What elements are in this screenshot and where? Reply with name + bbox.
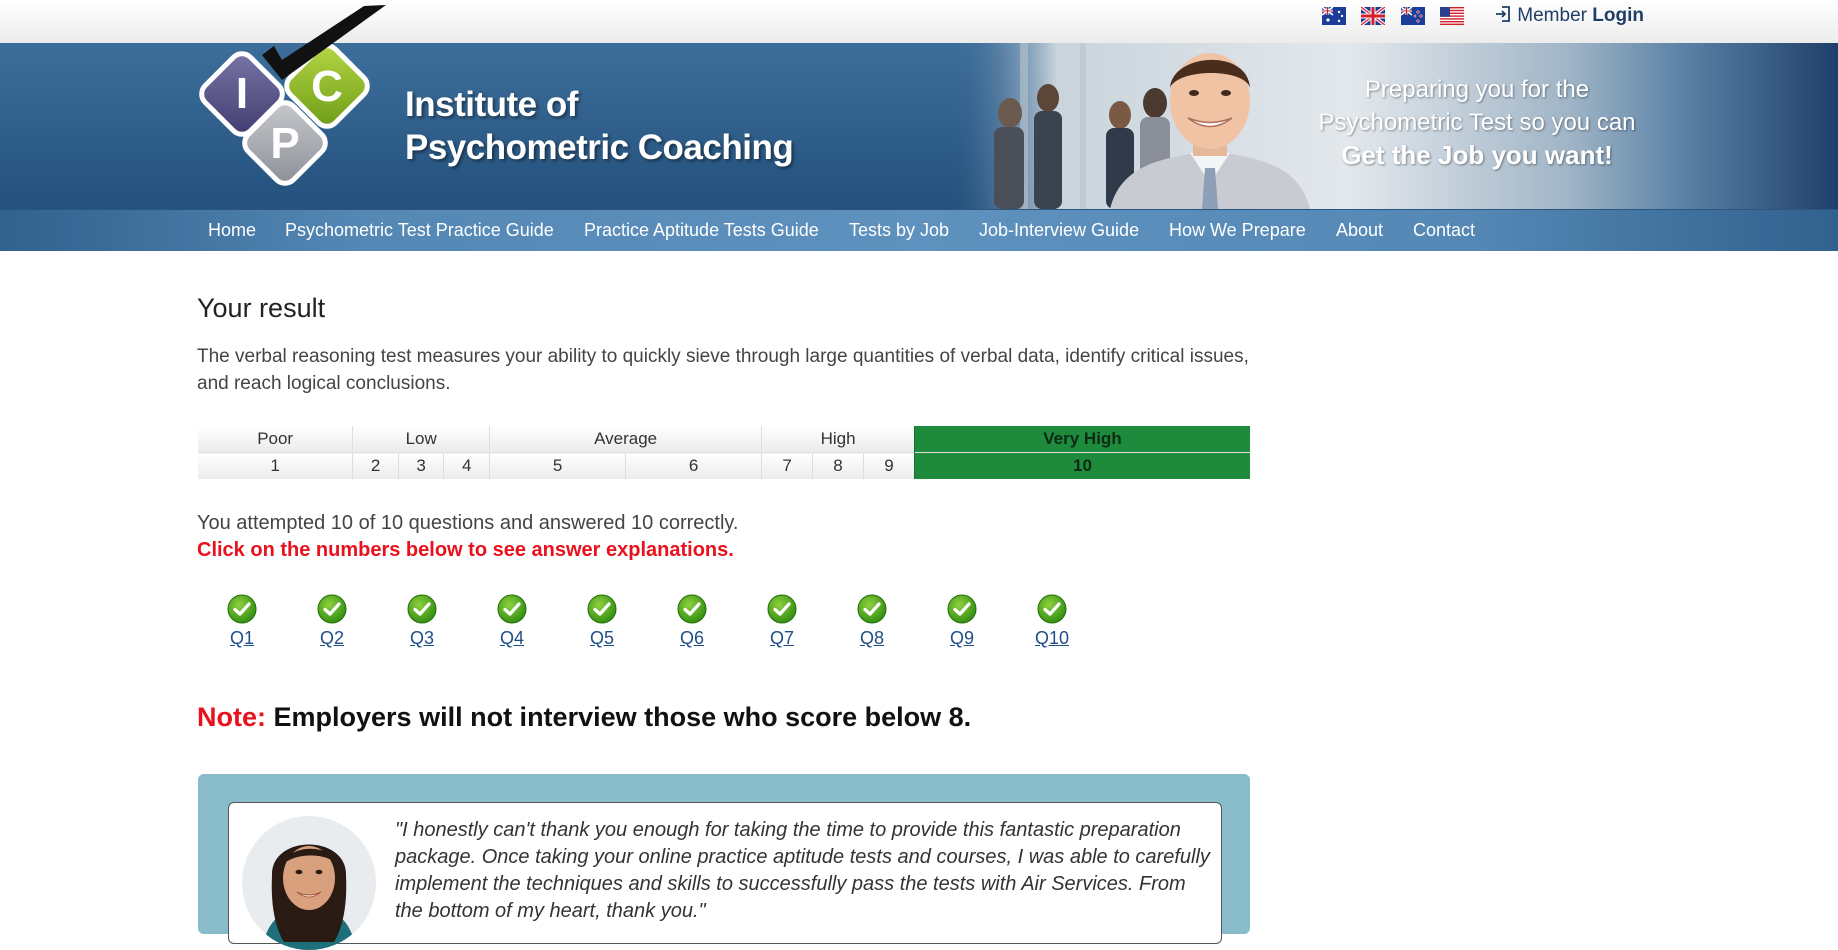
test-description: The verbal reasoning test measures your …	[197, 346, 1249, 394]
nav-item-contact[interactable]: Contact	[1413, 210, 1475, 251]
correct-check-icon	[947, 594, 977, 624]
question-result: Q2	[307, 594, 357, 649]
scale-number-row: 1 2 3 4 5 6 7 8 9 10	[198, 452, 1250, 479]
scale-number-score: 10	[913, 452, 1250, 479]
question-result: Q10	[1027, 594, 1077, 649]
question-result: Q9	[937, 594, 987, 649]
flag-uk-icon[interactable]	[1361, 7, 1385, 25]
question-link[interactable]: Q2	[307, 628, 357, 649]
question-result: Q8	[847, 594, 897, 649]
scale-number: 3	[397, 452, 444, 479]
correct-check-icon	[677, 594, 707, 624]
nav-item-job-interview-guide[interactable]: Job-Interview Guide	[979, 210, 1139, 251]
nav-item-psychometric-test-practice-guide[interactable]: Psychometric Test Practice Guide	[285, 210, 554, 251]
login-label: Login	[1592, 5, 1644, 26]
nav-item-practice-aptitude-tests-guide[interactable]: Practice Aptitude Tests Guide	[584, 210, 819, 251]
tagline-line-2: Psychometric Test so you can	[1318, 109, 1636, 136]
member-label: Member	[1517, 5, 1587, 26]
explanation-instruction: Click on the numbers below to see answer…	[197, 539, 734, 561]
avatar	[242, 816, 376, 950]
flag-usa-icon[interactable]	[1440, 7, 1464, 25]
logo-letter-c: C	[311, 62, 343, 111]
question-link[interactable]: Q10	[1027, 628, 1077, 649]
question-result: Q6	[667, 594, 717, 649]
flag-new-zealand-icon[interactable]	[1401, 7, 1425, 25]
scale-number: 9	[862, 452, 915, 479]
correct-check-icon	[407, 594, 437, 624]
correct-check-icon	[227, 594, 257, 624]
correct-check-icon	[857, 594, 887, 624]
correct-check-icon	[497, 594, 527, 624]
main-nav: Home Psychometric Test Practice Guide Pr…	[0, 209, 1838, 251]
scale-band-low: Low	[352, 426, 490, 453]
scale-number: 5	[489, 452, 626, 479]
tagline-line-1: Preparing you for the	[1364, 76, 1590, 103]
banner-tagline: Preparing you for the Psychometric Test …	[1270, 73, 1684, 172]
brand-line-1: Institute of	[405, 85, 578, 124]
question-link[interactable]: Q9	[937, 628, 987, 649]
testimonial-quote: "I honestly can't thank you enough for t…	[395, 819, 1210, 922]
testimonial-panel: "I honestly can't thank you enough for t…	[198, 774, 1250, 950]
score-note: Note: Employers will not interview those…	[197, 702, 971, 733]
question-result: Q4	[487, 594, 537, 649]
question-link[interactable]: Q7	[757, 628, 807, 649]
tagline-line-3: Get the Job you want!	[1341, 140, 1613, 170]
question-link[interactable]: Q1	[217, 628, 267, 649]
member-login-link[interactable]: Member Login	[1494, 5, 1644, 27]
correct-check-icon	[1037, 594, 1067, 624]
testimonial-card: "I honestly can't thank you enough for t…	[228, 802, 1222, 950]
scale-number: 2	[352, 452, 399, 479]
note-label: Note:	[197, 702, 266, 732]
scale-number: 8	[812, 452, 864, 479]
question-link[interactable]: Q8	[847, 628, 897, 649]
question-result: Q3	[397, 594, 447, 649]
scale-band-row: Poor Low Average High Very High	[198, 426, 1250, 453]
nav-item-about[interactable]: About	[1336, 210, 1383, 251]
scale-band-very-high: Very High	[913, 426, 1250, 453]
login-icon	[1496, 6, 1510, 22]
brand-line-2: Psychometric Coaching	[405, 128, 794, 167]
correct-check-icon	[317, 594, 347, 624]
question-result: Q1	[217, 594, 267, 649]
scale-number: 1	[198, 452, 353, 479]
score-scale: Poor Low Average High Very High 1 2 3 4 …	[198, 426, 1250, 479]
ipc-logo[interactable]: I C P	[196, 0, 406, 200]
nav-item-how-we-prepare[interactable]: How We Prepare	[1169, 210, 1306, 251]
scale-band-poor: Poor	[198, 426, 353, 453]
correct-check-icon	[767, 594, 797, 624]
nav-item-tests-by-job[interactable]: Tests by Job	[849, 210, 949, 251]
question-link[interactable]: Q6	[667, 628, 717, 649]
scale-number: 7	[761, 452, 813, 479]
scale-number: 6	[625, 452, 762, 479]
flag-australia-icon[interactable]	[1322, 7, 1346, 25]
question-result: Q7	[757, 594, 807, 649]
question-link[interactable]: Q3	[397, 628, 447, 649]
scale-band-average: Average	[489, 426, 762, 453]
correct-check-icon	[587, 594, 617, 624]
logo-letter-p: P	[270, 119, 299, 168]
brand-name[interactable]: Institute of Psychometric Coaching	[405, 83, 794, 169]
question-link[interactable]: Q5	[577, 628, 627, 649]
scale-number: 4	[443, 452, 490, 479]
nav-item-home[interactable]: Home	[208, 210, 256, 251]
page-title: Your result	[197, 293, 326, 323]
note-text: Employers will not interview those who s…	[273, 702, 972, 732]
question-link[interactable]: Q4	[487, 628, 537, 649]
question-result: Q5	[577, 594, 627, 649]
attempt-summary: You attempted 10 of 10 questions and ans…	[197, 512, 739, 534]
scale-band-high: High	[761, 426, 915, 453]
logo-letter-i: I	[236, 69, 248, 118]
